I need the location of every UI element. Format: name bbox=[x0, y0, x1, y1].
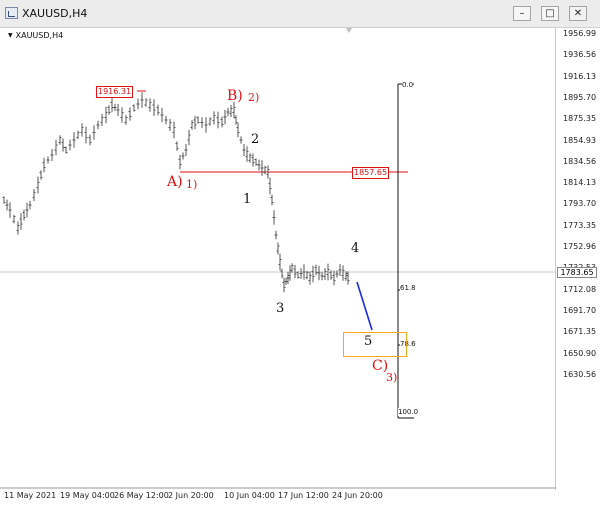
time-tick-label: 24 Jun 20:00 bbox=[332, 491, 383, 500]
price-tick-label: 1752.96 bbox=[563, 242, 597, 251]
maximize-button[interactable]: □ bbox=[541, 6, 559, 21]
wave-5-projection-line bbox=[356, 281, 373, 331]
scroll-marker-icon bbox=[346, 28, 352, 33]
minimize-button[interactable]: – bbox=[513, 6, 531, 21]
price-tick-label: 1936.56 bbox=[563, 50, 597, 60]
window-title: XAUUSD,H4 bbox=[22, 7, 88, 20]
chart-window-icon bbox=[5, 7, 18, 19]
high-level-tag: 1916.31 bbox=[96, 86, 134, 98]
fib-label-618: 61.8 bbox=[400, 284, 416, 292]
price-tick-label: 1671.35 bbox=[563, 327, 597, 337]
wave-label-B-sub: 2) bbox=[248, 91, 260, 104]
fib-label-100: 100.0 bbox=[398, 408, 419, 416]
target-zone-box bbox=[343, 332, 407, 357]
price-tick-label: 1691.70 bbox=[563, 305, 597, 315]
time-tick-label: 19 May 04:00 bbox=[60, 491, 115, 500]
price-tick-label: 1630.56 bbox=[563, 369, 597, 379]
price-tick-label: 1650.90 bbox=[563, 348, 597, 358]
current-price-tag: 1783.65 bbox=[557, 267, 597, 278]
window-titlebar: XAUUSD,H4 – □ ✕ bbox=[0, 0, 600, 28]
chart-symbol-label: XAUUSD,H4 bbox=[8, 31, 64, 40]
time-tick-label: 26 May 12:00 bbox=[114, 491, 169, 500]
wave-label-5: 5 bbox=[364, 334, 373, 349]
ohlc-bars bbox=[2, 92, 350, 293]
wave-label-A-sub: 1) bbox=[186, 178, 198, 191]
wave-label-C-sub: 3) bbox=[386, 371, 398, 384]
time-tick-label: 10 Jun 04:00 bbox=[224, 491, 275, 500]
price-tick-label: 1916.13 bbox=[563, 71, 597, 81]
close-button[interactable]: ✕ bbox=[569, 6, 587, 21]
wave-label-A: A) bbox=[167, 174, 183, 190]
time-tick-label: 2 Jun 20:00 bbox=[168, 491, 214, 500]
price-tick-label: 1814.13 bbox=[563, 178, 597, 188]
mid-level-tag: 1857.65 bbox=[352, 167, 390, 179]
price-tick-label: 1712.08 bbox=[563, 284, 597, 294]
fib-label-0: 0.0 bbox=[402, 81, 414, 89]
wave-label-B: B) bbox=[227, 88, 243, 104]
price-tick-label: 1773.35 bbox=[563, 220, 597, 230]
price-tick-label: 1875.35 bbox=[563, 114, 597, 124]
wave-label-2: 2 bbox=[251, 132, 260, 147]
price-tick-label: 1854.93 bbox=[563, 135, 597, 145]
wave-label-1: 1 bbox=[243, 192, 252, 207]
price-chart[interactable] bbox=[0, 28, 556, 490]
time-tick-label: 17 Jun 12:00 bbox=[278, 491, 329, 500]
wave-label-4: 4 bbox=[351, 241, 360, 256]
price-tick-label: 1956.99 bbox=[563, 29, 597, 38]
price-tick-label: 1895.70 bbox=[563, 92, 597, 102]
price-tick-label: 1834.56 bbox=[563, 156, 597, 166]
time-tick-label: 11 May 2021 bbox=[4, 491, 57, 500]
price-tick-label: 1793.70 bbox=[563, 199, 597, 209]
wave-label-3: 3 bbox=[276, 301, 285, 316]
